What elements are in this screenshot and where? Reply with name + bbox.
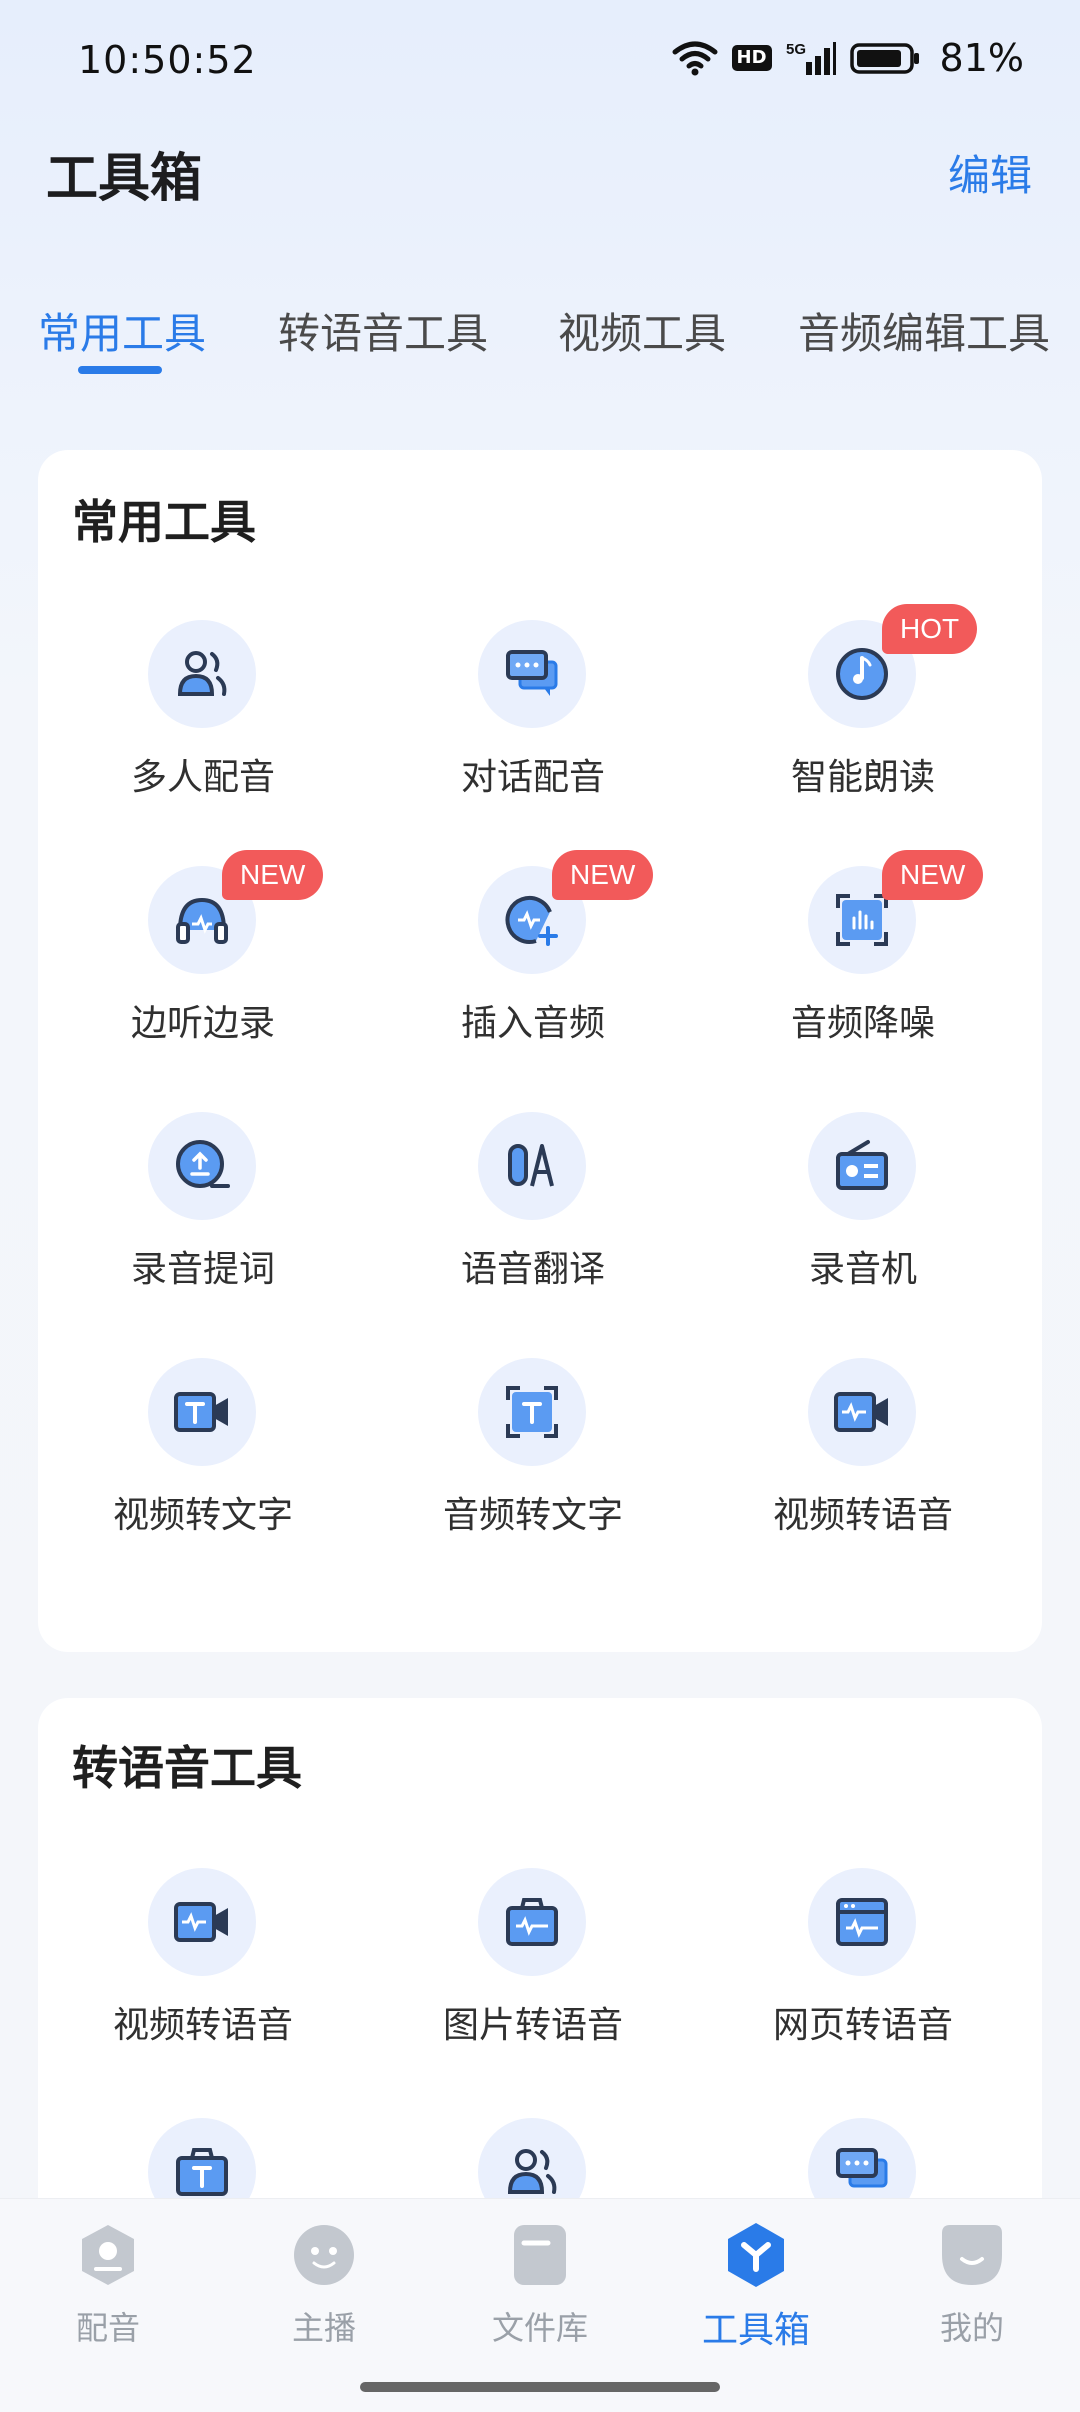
battery-icon — [849, 43, 919, 74]
hd-icon: HD — [731, 45, 772, 71]
tool-smart-reading[interactable]: HOT 智能朗读 — [698, 604, 1028, 820]
video-voice-icon — [148, 1868, 256, 1976]
tool-label: 录音机 — [808, 1249, 917, 1290]
nav-anchor[interactable]: 主播 — [216, 2223, 432, 2373]
tool-recording-prompter[interactable]: 录音提词 — [38, 1112, 368, 1312]
nav-file-library[interactable]: 文件库 — [432, 2223, 648, 2373]
tool-label: 网页转语音 — [772, 2005, 953, 2046]
nav-dubbing[interactable]: 配音 — [0, 2223, 216, 2373]
common-tools-card: 常用工具 多人配音 对话配音 HOT 智能朗读 NEW 边听边录 NEW 插入音… — [38, 450, 1042, 1652]
tool-label: 多人配音 — [130, 757, 275, 798]
header: 工具箱 编辑 — [0, 130, 1080, 230]
nav-label: 文件库 — [491, 2309, 588, 2347]
tool-recorder[interactable]: 录音机 — [698, 1112, 1028, 1312]
tool-video-to-text[interactable]: 视频转文字 — [38, 1358, 368, 1558]
nav-profile[interactable]: 我的 — [864, 2223, 1080, 2373]
status-icons: HD 5G 81% — [672, 36, 1024, 80]
tool-label: 录音提词 — [130, 1249, 275, 1290]
tool-multi-person-dubbing[interactable]: 多人配音 — [38, 620, 368, 820]
toolbox-icon — [728, 2223, 784, 2287]
active-tab-indicator — [78, 366, 162, 374]
battery-percentage: 81% — [939, 36, 1024, 80]
network-type: 5G — [786, 41, 806, 58]
video-voice-icon — [808, 1358, 916, 1466]
status-time: 10:50:52 — [78, 38, 257, 82]
tool-label: 视频转文字 — [112, 1495, 293, 1536]
prompter-icon — [148, 1112, 256, 1220]
nav-label: 主播 — [291, 2309, 356, 2347]
tool-label: 对话配音 — [460, 757, 605, 798]
multi-person-icon — [148, 620, 256, 728]
image-voice-icon — [478, 1868, 586, 1976]
tool-label: 视频转语音 — [772, 1495, 953, 1536]
common-tools-title: 常用工具 — [72, 495, 256, 549]
tool-tabs: 常用工具 转语音工具 视频工具 音频编辑工具 — [0, 290, 1080, 380]
tool-label: 语音翻译 — [460, 1249, 605, 1290]
tool-listen-record[interactable]: NEW 边听边录 — [38, 850, 368, 1066]
tool-voice-translation[interactable]: 语音翻译 — [368, 1112, 698, 1312]
audio-text-icon — [478, 1358, 586, 1466]
hot-badge: HOT — [882, 604, 978, 654]
tool-audio-to-text[interactable]: 音频转文字 — [368, 1358, 698, 1558]
voice-tools-title: 转语音工具 — [72, 1741, 302, 1795]
tool-label: 音频降噪 — [790, 1003, 935, 1044]
edit-button[interactable]: 编辑 — [948, 142, 1032, 203]
bottom-nav: 配音 主播 文件库 工具箱 我的 — [0, 2198, 1080, 2412]
home-indicator[interactable] — [360, 2382, 720, 2392]
tool-dialog-dubbing[interactable]: 对话配音 — [368, 620, 698, 820]
tool-label: 音频转文字 — [442, 1495, 623, 1536]
webpage-voice-icon — [808, 1868, 916, 1976]
new-badge: NEW — [552, 850, 654, 900]
nav-label: 我的 — [939, 2309, 1004, 2347]
profile-icon — [942, 2225, 1002, 2285]
page-title: 工具箱 — [46, 149, 203, 209]
tool-label: 图片转语音 — [442, 2005, 623, 2046]
file-library-icon — [514, 2225, 566, 2285]
signal-icon: 5G — [786, 41, 836, 75]
tool-video-to-voice-2[interactable]: 视频转语音 — [38, 1868, 368, 2068]
tool-label: 边听边录 — [130, 1003, 275, 1044]
tool-label: 视频转语音 — [112, 2005, 293, 2046]
tool-noise-reduction[interactable]: NEW 音频降噪 — [698, 850, 1028, 1066]
new-badge: NEW — [222, 850, 324, 900]
tab-voice-tools[interactable]: 转语音工具 — [278, 300, 488, 361]
chat-bubbles-icon — [478, 620, 586, 728]
status-bar: 10:50:52 HD 5G 81% — [0, 0, 1080, 120]
video-text-icon — [148, 1358, 256, 1466]
tab-common-tools[interactable]: 常用工具 — [38, 300, 206, 361]
tab-video-tools[interactable]: 视频工具 — [558, 300, 726, 361]
new-badge: NEW — [882, 850, 984, 900]
nav-label: 配音 — [75, 2309, 140, 2347]
tool-video-to-voice[interactable]: 视频转语音 — [698, 1358, 1028, 1558]
anchor-face-icon — [294, 2225, 354, 2285]
radio-icon — [808, 1112, 916, 1220]
tool-image-to-voice[interactable]: 图片转语音 — [368, 1868, 698, 2068]
nav-label: 工具箱 — [701, 2310, 810, 2351]
tool-label: 智能朗读 — [790, 757, 935, 798]
dubbing-icon — [82, 2225, 134, 2285]
translate-icon — [478, 1112, 586, 1220]
tab-audio-edit-tools[interactable]: 音频编辑工具 — [798, 300, 1050, 361]
tool-webpage-to-voice[interactable]: 网页转语音 — [698, 1868, 1028, 2068]
tool-label: 插入音频 — [460, 1003, 605, 1044]
wifi-icon — [672, 41, 718, 76]
tool-insert-audio[interactable]: NEW 插入音频 — [368, 850, 698, 1066]
nav-toolbox[interactable]: 工具箱 — [648, 2223, 864, 2373]
